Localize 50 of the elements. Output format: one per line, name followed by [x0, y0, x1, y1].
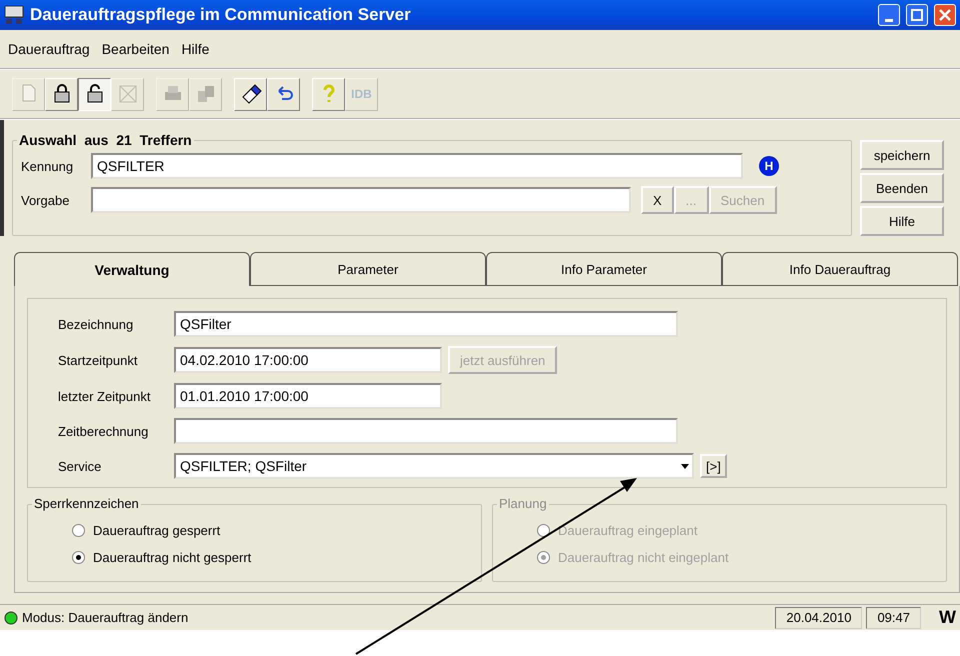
group-title: Sperrkennzeichen — [32, 496, 141, 511]
text-field[interactable]: 01.01.2010 17:00:00 — [174, 383, 442, 409]
minimize-icon — [885, 18, 893, 22]
eraser-icon — [240, 83, 262, 105]
radio-option[interactable]: Dauerauftrag nicht gesperrt — [72, 550, 473, 565]
minimize-button[interactable] — [878, 4, 900, 26]
radio-button[interactable] — [72, 551, 85, 564]
maximize-button[interactable] — [906, 4, 928, 26]
menu-item[interactable]: Hilfe — [181, 41, 210, 57]
group-title: Auswahl aus 21 Treffern — [17, 132, 194, 148]
idb-logo: IDB — [351, 87, 372, 101]
menu-item[interactable]: Bearbeiten — [102, 41, 170, 57]
group-title: Planung — [497, 496, 549, 511]
crossed-box-icon — [116, 83, 138, 105]
field-label: Service — [58, 458, 102, 474]
status-date: 20.04.2010 — [775, 606, 862, 628]
field-label: Vorgabe — [21, 192, 70, 208]
status-text: Modus: Dauerauftrag ändern — [22, 610, 190, 625]
window-title: Dauerauftragspflege im Communication Server — [30, 5, 412, 25]
radio-option[interactable]: Dauerauftrag gesperrt — [72, 523, 473, 538]
action-button[interactable]: Hilfe — [860, 206, 944, 236]
menu-item[interactable]: Dauerauftrag — [8, 41, 90, 57]
field-label: letzter Zeitpunkt — [58, 388, 152, 404]
text-field[interactable]: 04.02.2010 17:00:00 — [174, 347, 442, 373]
tab[interactable]: Info Parameter — [486, 252, 722, 286]
kennung-field[interactable]: QSFILTER — [91, 153, 743, 179]
vorgabe-field[interactable] — [91, 187, 631, 213]
status-time: 09:47 — [866, 606, 921, 628]
field-label: Zeitberechnung — [58, 424, 150, 438]
tab[interactable]: Info Dauerauftrag — [722, 252, 958, 286]
open-service-button[interactable]: [>] — [700, 454, 727, 478]
service-dropdown[interactable]: QSFILTER; QSFilter — [174, 453, 694, 479]
toolbar-button[interactable] — [78, 78, 111, 110]
field-label: Bezeichnung — [58, 316, 134, 332]
app-icon — [4, 5, 24, 25]
field-label: Kennung — [21, 158, 74, 174]
corner-text: W — [939, 607, 956, 628]
tab[interactable]: Verwaltung — [14, 252, 250, 286]
tab[interactable]: Parameter — [250, 252, 486, 286]
close-button[interactable] — [934, 4, 956, 26]
search-button[interactable]: X — [641, 186, 674, 214]
field-label: Startzeitpunkt — [58, 352, 138, 368]
maximize-icon — [911, 9, 923, 21]
action-button[interactable]: Beenden — [860, 173, 944, 203]
radio-button[interactable] — [72, 524, 85, 537]
text-field[interactable] — [174, 418, 678, 444]
action-button[interactable]: speichern — [860, 140, 944, 170]
h-badge: H — [759, 156, 779, 176]
text-field[interactable]: QSFilter — [174, 311, 678, 337]
close-icon — [939, 9, 951, 21]
